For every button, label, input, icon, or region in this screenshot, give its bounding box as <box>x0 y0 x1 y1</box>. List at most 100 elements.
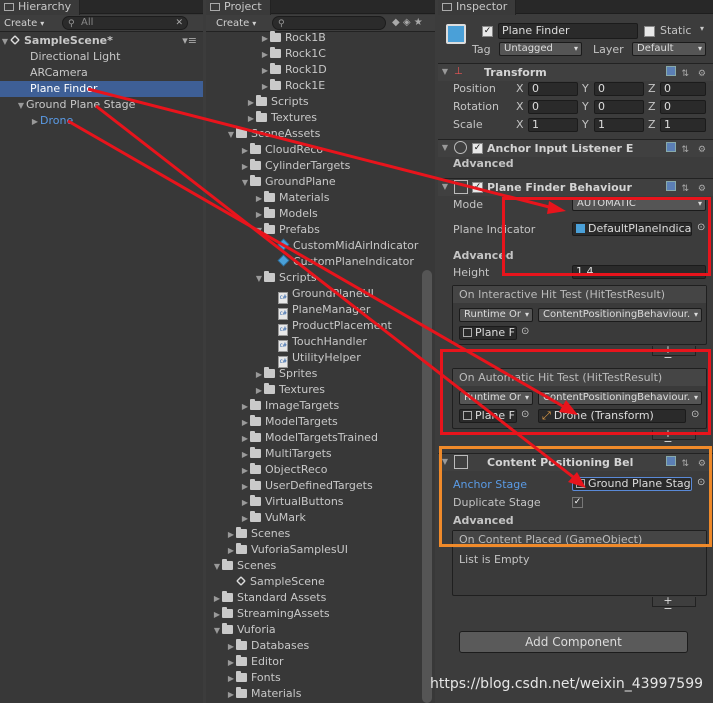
project-tree-item[interactable]: ▶ Scenes <box>226 526 290 542</box>
plane-finder-enabled-checkbox[interactable]: ✓ <box>472 182 483 193</box>
expand-arrow-icon[interactable]: ▶ <box>246 95 256 111</box>
project-tree-item[interactable]: ▶ Rock1D <box>260 62 327 78</box>
expand-arrow-icon[interactable]: ▼ <box>0 34 10 50</box>
project-scrollbar[interactable] <box>422 270 432 703</box>
project-tree-item[interactable]: SampleScene <box>226 574 325 590</box>
expand-arrow-icon[interactable]: ▶ <box>260 79 270 95</box>
project-tree-item[interactable]: ▶ Fonts <box>226 670 281 686</box>
project-tree-item[interactable]: ▶ ImageTargets <box>240 398 339 414</box>
filter-icons[interactable]: ◆ ◈ ★ <box>392 17 423 28</box>
help-icon[interactable] <box>665 181 676 191</box>
object-name-field[interactable]: Plane Finder <box>498 23 638 39</box>
project-tree-item[interactable]: c# ProductPlacement <box>268 318 392 336</box>
project-tree-item[interactable]: ▼ GroundPlane <box>240 174 336 190</box>
expand-arrow-icon[interactable]: ▶ <box>254 207 264 223</box>
project-tree-item[interactable]: c# GroundPlaneUI <box>268 286 374 304</box>
scale-y-field[interactable]: 1 <box>594 118 644 132</box>
runtime-dropdown[interactable]: Runtime Or <box>459 308 533 322</box>
project-tree-item[interactable]: ▶ VirtualButtons <box>240 494 344 510</box>
expand-arrow-icon[interactable]: ▶ <box>254 367 264 383</box>
event-target-field[interactable]: Plane F <box>459 326 517 340</box>
expand-arrow-icon[interactable]: ▶ <box>226 655 236 671</box>
expand-arrow-icon[interactable]: ▶ <box>254 191 264 207</box>
active-checkbox[interactable]: ✓ <box>482 26 493 37</box>
component-menu-icons[interactable]: ⇅ ⚙ <box>665 181 709 194</box>
position-y-field[interactable]: 0 <box>594 82 644 96</box>
project-create-button[interactable]: Create <box>216 17 256 30</box>
expand-arrow-icon[interactable]: ▶ <box>240 447 250 463</box>
tag-dropdown[interactable]: Untagged <box>499 42 582 56</box>
project-tree-item[interactable]: c# UtilityHelper <box>268 350 361 368</box>
expand-arrow-icon[interactable]: ▶ <box>260 63 270 79</box>
project-search-input[interactable]: ⚲ <box>272 16 386 30</box>
scene-row[interactable]: ▼ SampleScene* ▾≡ <box>0 33 203 49</box>
project-tree-item[interactable]: ▶ CylinderTargets <box>240 158 350 174</box>
project-tree-item[interactable]: ▼ SceneAssets <box>226 126 320 142</box>
expand-arrow-icon[interactable]: ▶ <box>240 479 250 495</box>
project-tree-item[interactable]: ▶ Materials <box>226 686 301 702</box>
expand-arrow-icon[interactable]: ▼ <box>440 182 450 191</box>
function-dropdown[interactable]: ContentPositioningBehaviour. <box>538 308 702 322</box>
scale-x-field[interactable]: 1 <box>528 118 578 132</box>
project-tree-item[interactable]: ▶ Databases <box>226 638 309 654</box>
project-tree-item[interactable]: ▶ ObjectReco <box>240 462 328 478</box>
project-tree-item[interactable]: ▶ UserDefinedTargets <box>240 478 373 494</box>
expand-arrow-icon[interactable]: ▶ <box>226 639 236 655</box>
rotation-y-field[interactable]: 0 <box>594 100 644 114</box>
help-icon[interactable] <box>665 142 676 152</box>
project-tree-item[interactable]: ▶ VuforiaSamplesUI <box>226 542 348 558</box>
expand-arrow-icon[interactable]: ▼ <box>16 98 26 114</box>
advanced-foldout[interactable]: Advanced <box>453 157 514 170</box>
hierarchy-item[interactable]: ▶ Drone <box>30 113 73 129</box>
expand-arrow-icon[interactable]: ▶ <box>226 687 236 703</box>
anchor-listener-enabled-checkbox[interactable]: ✓ <box>472 143 483 154</box>
project-tree-item[interactable]: ▶ Rock1E <box>260 78 325 94</box>
expand-arrow-icon[interactable]: ▶ <box>226 527 236 543</box>
expand-arrow-icon[interactable]: ▶ <box>240 463 250 479</box>
add-remove-buttons[interactable]: +− <box>652 595 696 614</box>
plane-finder-header[interactable]: ▼ ✓ Plane Finder Behaviour ⇅ ⚙ <box>438 178 713 196</box>
static-dropdown-icon[interactable]: ▾ <box>700 24 704 33</box>
expand-arrow-icon[interactable]: ▶ <box>260 31 270 47</box>
expand-arrow-icon[interactable]: ▶ <box>226 671 236 687</box>
expand-arrow-icon[interactable]: ▶ <box>240 511 250 527</box>
project-tree-item[interactable]: ▶ Standard Assets <box>212 590 326 606</box>
project-tree-item[interactable]: c# TouchHandler <box>268 334 367 352</box>
hierarchy-item-selected[interactable]: Plane Finder <box>0 81 203 97</box>
hierarchy-item[interactable]: Directional Light <box>30 49 120 65</box>
project-tree-item[interactable]: ▼ Scripts <box>254 270 317 286</box>
rotation-z-field[interactable]: 0 <box>660 100 706 114</box>
project-tree-item[interactable]: ▶ Materials <box>254 190 329 206</box>
component-menu-icons[interactable]: ⇅ ⚙ <box>665 142 709 155</box>
help-icon[interactable] <box>665 66 676 76</box>
project-tree-item[interactable]: ▶ Scripts <box>246 94 309 110</box>
clear-icon[interactable]: ✕ <box>175 17 183 29</box>
expand-arrow-icon[interactable]: ▶ <box>240 431 250 447</box>
expand-arrow-icon[interactable]: ▶ <box>240 495 250 511</box>
project-tree-item[interactable]: ▶ Models <box>254 206 318 222</box>
expand-arrow-icon[interactable]: ▶ <box>240 159 250 175</box>
hierarchy-create-button[interactable]: Create <box>4 17 44 30</box>
project-tree-item[interactable]: ▶ MultiTargets <box>240 446 332 462</box>
hierarchy-item[interactable]: ▼ Ground Plane Stage <box>16 97 136 114</box>
expand-arrow-icon[interactable]: ▼ <box>212 559 222 575</box>
project-tree-item[interactable]: ▶ Textures <box>254 382 325 398</box>
expand-arrow-icon[interactable]: ▼ <box>226 127 236 143</box>
tab-hierarchy[interactable]: Hierarchy <box>0 0 81 15</box>
expand-arrow-icon[interactable]: ▶ <box>246 111 256 127</box>
project-tree-item[interactable]: ▼ Prefabs <box>254 222 320 238</box>
expand-arrow-icon[interactable]: ▶ <box>240 415 250 431</box>
expand-arrow-icon[interactable]: ▶ <box>240 143 250 159</box>
anchor-listener-header[interactable]: ▼ ✓ Anchor Input Listener E ⇅ ⚙ <box>438 139 713 157</box>
expand-arrow-icon[interactable]: ▼ <box>254 271 264 287</box>
project-tree-item[interactable]: ▶ CloudReco <box>240 142 323 158</box>
component-menu-icons[interactable]: ⇅ ⚙ <box>665 66 709 79</box>
project-tree-item[interactable]: ▶ Rock1B <box>260 30 326 46</box>
expand-arrow-icon[interactable]: ▶ <box>240 399 250 415</box>
project-tree-item[interactable]: ▶ VuMark <box>240 510 306 526</box>
project-tree-item[interactable]: ▼ Scenes <box>212 558 276 574</box>
scale-z-field[interactable]: 1 <box>660 118 706 132</box>
expand-arrow-icon[interactable]: ▼ <box>254 223 264 239</box>
expand-arrow-icon[interactable]: ▶ <box>260 47 270 63</box>
transform-header[interactable]: ▼ ⊥ Transform ⇅ ⚙ <box>438 63 713 81</box>
